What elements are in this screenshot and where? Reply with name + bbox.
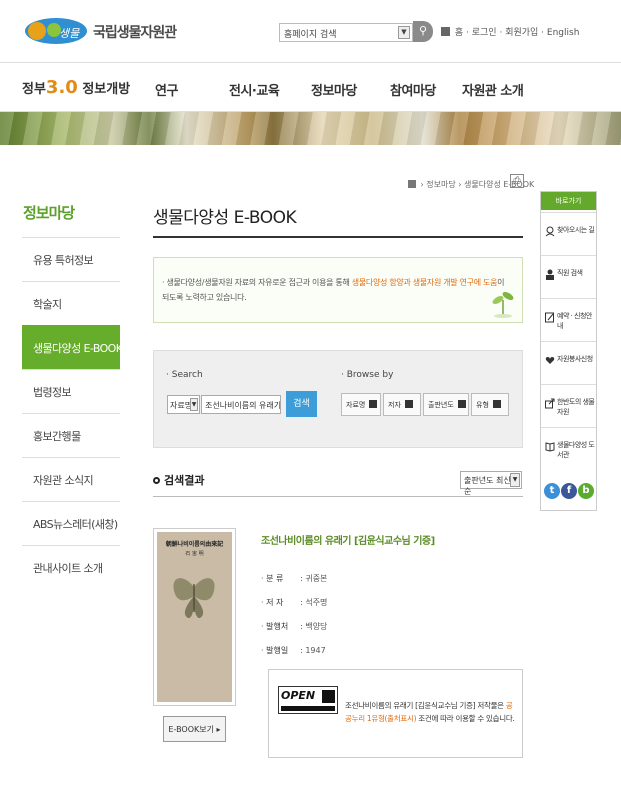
sidebar-item-journals[interactable]: 학술지 bbox=[22, 281, 120, 325]
external-link-icon bbox=[545, 398, 555, 409]
utility-links: 홈 · 로그인 · 회원가입 · English bbox=[441, 25, 579, 38]
meta-published: · 발행일: 1947 bbox=[261, 646, 326, 655]
results-divider bbox=[153, 496, 523, 497]
facebook-icon[interactable]: f bbox=[561, 483, 577, 499]
book-cover-image: 朝鮮나비이름의由來記 石 宙 明 bbox=[157, 532, 232, 702]
license-notice: OPEN 조선나비이름의 유래기 [김윤식교수님 기증] 저작물은 공공누리 1… bbox=[268, 669, 523, 758]
site-search-select-value: 홈페이지 검색 bbox=[284, 30, 337, 40]
meta-category: · 분 류: 귀중본 bbox=[261, 574, 328, 583]
ebook-view-button[interactable]: E-BOOK보기 ▸ bbox=[163, 716, 226, 742]
page-title: 생물다양성 E-BOOK bbox=[153, 208, 297, 228]
search-field-select[interactable]: 자료명 ▼ bbox=[167, 395, 200, 414]
browse-by-title-button[interactable]: 자료명 bbox=[341, 393, 381, 416]
intro-notice: · 생물다양성/생물자원 자료의 자유로운 접근과 이용을 통해 생물다양성 함… bbox=[153, 257, 523, 323]
search-icon: ⚲ bbox=[418, 24, 428, 37]
results-title: 검색결과 bbox=[153, 472, 204, 488]
quick-item-korean-bioresources[interactable]: 한반도의 생물자원 bbox=[541, 384, 596, 426]
play-icon: ▸ bbox=[216, 725, 221, 734]
breadcrumb-item[interactable]: 정보마당 bbox=[426, 180, 455, 189]
gov30-prefix: 정부 bbox=[22, 82, 46, 97]
quick-menu-title: 바로가기 bbox=[541, 192, 596, 210]
site-search-select[interactable]: 홈페이지 검색 ▼ bbox=[279, 23, 413, 42]
gnb-menu-research[interactable]: 연구 bbox=[155, 80, 178, 99]
sidebar-item-ebook[interactable]: 생물다양성 E-BOOK bbox=[22, 325, 123, 369]
bullet-icon bbox=[153, 477, 160, 484]
gov30-link[interactable]: 정부3.0 정보개방 bbox=[22, 77, 130, 98]
search-input[interactable]: 조선나비이름의 유래기 bbox=[201, 395, 281, 414]
document-icon bbox=[369, 400, 378, 408]
gov30-number: 3.0 bbox=[45, 77, 78, 98]
twitter-icon[interactable]: t bbox=[544, 483, 560, 499]
gnb-menu-participation[interactable]: 참여마당 bbox=[390, 80, 436, 99]
attribution-icon bbox=[322, 690, 335, 703]
sidebar-title: 정보마당 bbox=[23, 204, 75, 222]
search-label: · Search bbox=[166, 370, 203, 380]
top-header: 생물 국립생물자원관 홈페이지 검색 ▼ ⚲ 홈 · 로그인 · 회원가입 · … bbox=[0, 0, 621, 62]
gnb-menu-about[interactable]: 자원관 소개 bbox=[462, 80, 524, 99]
quick-menu: 바로가기 찾아오시는 길 직원 검색 예약 · 신청안내 자원봉사신청 한반도의… bbox=[540, 191, 597, 511]
gnb-menu-info[interactable]: 정보마당 bbox=[311, 80, 357, 99]
edit-icon bbox=[545, 312, 554, 323]
browse-label: · Browse by bbox=[341, 370, 394, 380]
sidebar-item-abs-newsletter[interactable]: ABS뉴스레터(새창) bbox=[22, 501, 120, 545]
meta-publisher: · 발행처: 백양당 bbox=[261, 622, 328, 631]
butterfly-icon bbox=[173, 578, 215, 619]
notice-text: · 생물다양성/생물자원 자료의 자유로운 접근과 이용을 통해 생물다양성 함… bbox=[162, 278, 505, 302]
sidebar-item-newsletter[interactable]: 자원관 소식지 bbox=[22, 457, 120, 501]
heart-hand-icon bbox=[545, 357, 555, 364]
book-icon bbox=[545, 442, 555, 452]
chevron-down-icon: ▼ bbox=[398, 26, 410, 39]
license-text: 조선나비이름의 유래기 [김윤식교수님 기증] 저작물은 공공누리 1유형(출처… bbox=[345, 701, 515, 723]
chevron-down-icon: ▼ bbox=[190, 398, 198, 411]
calendar-icon bbox=[457, 400, 466, 408]
hero-banner bbox=[0, 112, 621, 145]
quick-item-library[interactable]: 생물다양성 도서관 bbox=[541, 427, 596, 469]
sort-select[interactable]: 출판년도 최신순 ▼ bbox=[460, 471, 522, 496]
quick-item-directions[interactable]: 찾아오시는 길 bbox=[541, 212, 596, 254]
book-title[interactable]: 조선나비이름의 유래기 [김윤식교수님 기증] bbox=[261, 532, 435, 547]
quick-item-volunteer[interactable]: 자원봉사신청 bbox=[541, 341, 596, 383]
util-join-link[interactable]: 회원가입 bbox=[505, 28, 538, 38]
sidebar-item-publications[interactable]: 홍보간행물 bbox=[22, 413, 120, 457]
person-icon bbox=[404, 400, 413, 408]
main-navigation: 정부3.0 정보개방 연구 전시·교육 정보마당 참여마당 자원관 소개 bbox=[0, 62, 621, 112]
stack-icon bbox=[492, 400, 501, 408]
search-button[interactable]: 검색 bbox=[286, 391, 317, 417]
sidebar-menu: 유용 특허정보 학술지 생물다양성 E-BOOK 법령정보 홍보간행물 자원관 … bbox=[22, 237, 123, 589]
search-panel: · Search · Browse by 자료명 ▼ 조선나비이름의 유래기 검… bbox=[153, 350, 523, 448]
util-login-link[interactable]: 로그인 bbox=[472, 28, 497, 38]
util-english-link[interactable]: English bbox=[547, 28, 580, 38]
browse-by-type-button[interactable]: 유형 bbox=[471, 393, 509, 416]
person-icon bbox=[546, 269, 554, 280]
open-license-label: OPEN bbox=[281, 689, 316, 702]
meta-author: · 저 자: 석주명 bbox=[261, 598, 328, 607]
print-icon[interactable]: ⎙ bbox=[510, 174, 524, 188]
logo-icon[interactable]: 생물 bbox=[24, 16, 88, 46]
home-icon bbox=[408, 180, 416, 188]
site-search-button[interactable]: ⚲ bbox=[413, 21, 433, 42]
home-icon bbox=[441, 27, 450, 36]
gnb-menu-exhibition[interactable]: 전시·교육 bbox=[229, 80, 280, 99]
open-license-logo: OPEN bbox=[278, 686, 338, 714]
site-logo-text[interactable]: 국립생물자원관 bbox=[93, 22, 177, 42]
quick-item-reservation[interactable]: 예약 · 신청안내 bbox=[541, 298, 596, 340]
search-field-value: 자료명 bbox=[170, 401, 193, 410]
sidebar-item-laws[interactable]: 법령정보 bbox=[22, 369, 120, 413]
location-pin-icon bbox=[545, 226, 555, 237]
book-cover[interactable]: 朝鮮나비이름의由來記 石 宙 明 bbox=[153, 528, 236, 706]
util-home-link[interactable]: 홈 bbox=[455, 28, 463, 38]
sidebar-item-patents[interactable]: 유용 특허정보 bbox=[22, 237, 120, 281]
svg-text:생물: 생물 bbox=[59, 27, 80, 40]
sort-select-value: 출판년도 최신순 bbox=[464, 476, 511, 496]
notice-highlight: 생물다양성 함양과 생물자원 개발 연구에 도움 bbox=[351, 278, 498, 287]
sprout-icon bbox=[492, 292, 514, 318]
blog-icon[interactable]: b bbox=[578, 483, 594, 499]
chevron-down-icon: ▼ bbox=[510, 473, 520, 487]
quick-item-staff[interactable]: 직원 검색 bbox=[541, 255, 596, 297]
browse-by-year-button[interactable]: 출판년도 bbox=[423, 393, 469, 416]
title-divider bbox=[153, 236, 523, 238]
gov30-label: 정보개방 bbox=[82, 82, 131, 97]
browse-by-author-button[interactable]: 저자 bbox=[383, 393, 421, 416]
sidebar-item-sites[interactable]: 관내사이트 소개 bbox=[22, 545, 120, 589]
